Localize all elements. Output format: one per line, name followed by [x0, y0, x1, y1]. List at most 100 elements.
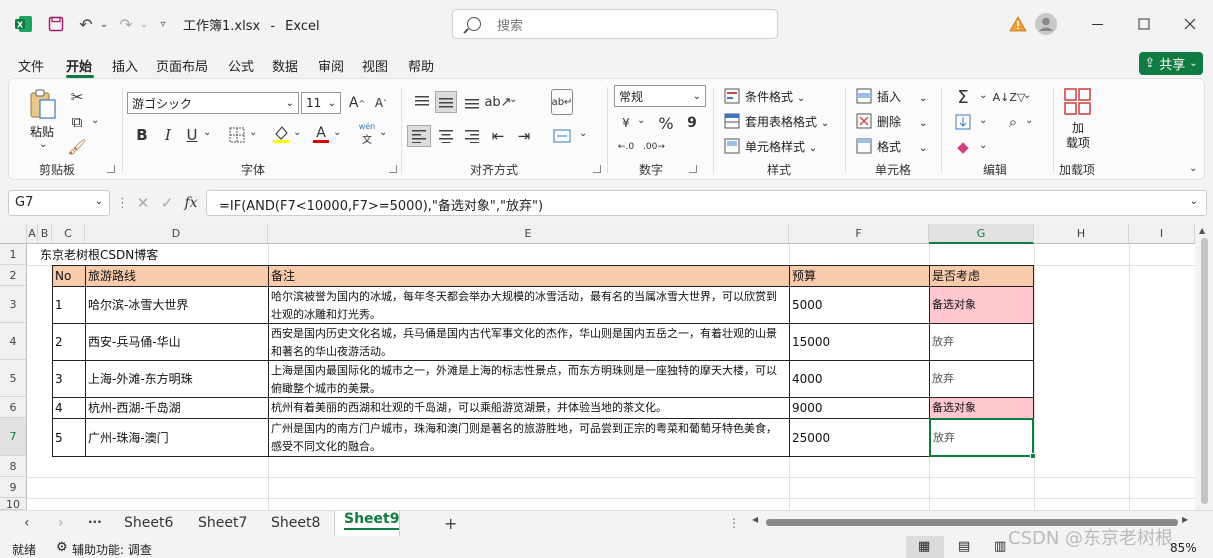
- increase-decimal-icon[interactable]: ←.0: [615, 137, 637, 157]
- cell-notes[interactable]: 杭州有着美丽的西湖和壮观的千岛湖，可以乘船游览湖景，并体验当地的茶文化。: [268, 397, 790, 419]
- decrease-font-icon[interactable]: Aˇ: [371, 93, 391, 113]
- addins-icon[interactable]: [1063, 87, 1093, 117]
- format-cells-icon[interactable]: [855, 137, 873, 155]
- header-cell-no[interactable]: No: [52, 265, 86, 287]
- row-header-3[interactable]: 3: [0, 286, 27, 323]
- bold-button[interactable]: B: [133, 125, 151, 145]
- font-color-dropdown-icon[interactable]: ⌄: [333, 127, 341, 138]
- phonetic-dropdown-icon[interactable]: ⌄: [379, 127, 387, 138]
- scroll-up-icon[interactable]: ▲: [1199, 226, 1205, 235]
- cell-consider[interactable]: 放弃: [929, 360, 1034, 398]
- addins-button[interactable]: 加 载项: [1063, 121, 1093, 151]
- autosum-dropdown-icon[interactable]: ⌄: [979, 90, 987, 101]
- sheet-title-cell[interactable]: 东京老树根CSDN博客: [38, 245, 278, 265]
- name-box[interactable]: G7 ⌄: [8, 190, 110, 216]
- row-header-8[interactable]: 8: [0, 456, 27, 477]
- column-header-I[interactable]: I: [1129, 224, 1195, 244]
- cell-route[interactable]: 杭州-西湖-千岛湖: [85, 397, 269, 419]
- tab-page-layout[interactable]: 页面布局: [156, 56, 208, 75]
- spreadsheet-grid[interactable]: A B C D E F G H I 1 2 3 4 5 6 7 8 9 10 东…: [0, 224, 1213, 511]
- next-sheet-icon[interactable]: ›: [58, 515, 64, 531]
- page-break-view-icon[interactable]: ▥: [994, 539, 1006, 554]
- row-header-4[interactable]: 4: [0, 323, 27, 360]
- maximize-icon[interactable]: [1132, 12, 1156, 36]
- autosum-icon[interactable]: Σ: [953, 87, 973, 108]
- insert-cells-icon[interactable]: [855, 87, 873, 105]
- cell-styles-button[interactable]: 单元格样式 ⌄: [745, 138, 817, 155]
- paste-label[interactable]: 粘贴: [30, 123, 54, 140]
- conditional-format-button[interactable]: 条件格式 ⌄: [745, 88, 805, 105]
- sheet-tab-active[interactable]: Sheet9: [344, 511, 400, 530]
- column-header-G[interactable]: G: [929, 224, 1034, 244]
- copy-dropdown-icon[interactable]: ⌄: [91, 115, 99, 126]
- zoom-level[interactable]: 85%: [1170, 541, 1197, 555]
- row-header-5[interactable]: 5: [0, 360, 27, 397]
- paste-icon[interactable]: [27, 87, 59, 121]
- format-painter-icon[interactable]: 🖌: [67, 137, 87, 157]
- cell-budget[interactable]: 4000: [789, 360, 930, 398]
- avatar[interactable]: [1034, 12, 1058, 36]
- save-icon[interactable]: [44, 12, 68, 36]
- decrease-indent-icon[interactable]: ⇤: [487, 125, 509, 147]
- cell-budget[interactable]: 25000: [789, 418, 930, 457]
- tab-review[interactable]: 审阅: [318, 56, 344, 75]
- customize-qat-icon[interactable]: ▿: [156, 12, 170, 36]
- row-header-9[interactable]: 9: [0, 477, 27, 498]
- select-all[interactable]: [0, 224, 27, 244]
- cell-no[interactable]: 3: [52, 360, 86, 398]
- close-icon[interactable]: [1178, 12, 1202, 36]
- borders-dropdown-icon[interactable]: ⌄: [249, 127, 257, 138]
- cell-notes[interactable]: 哈尔滨被誉为国内的冰城，每年冬天都会举办大规模的冰雪活动，最有名的当属冰雪大世界…: [268, 286, 790, 324]
- tab-formulas[interactable]: 公式: [228, 56, 254, 75]
- redo-dropdown-icon[interactable]: ⌄: [138, 12, 150, 36]
- tab-help[interactable]: 帮助: [408, 56, 434, 75]
- row-header-2[interactable]: 2: [0, 265, 27, 286]
- paste-dropdown-icon[interactable]: ⌄: [39, 139, 47, 150]
- column-header-B[interactable]: B: [38, 224, 52, 244]
- row-header-1[interactable]: 1: [0, 244, 27, 265]
- cell-no[interactable]: 5: [52, 418, 86, 457]
- add-sheet-icon[interactable]: +: [444, 514, 457, 533]
- delete-cells-button[interactable]: 删除 ⌄: [877, 113, 927, 130]
- insert-function-icon[interactable]: fx: [182, 194, 200, 212]
- cell-budget[interactable]: 5000: [789, 286, 930, 324]
- tab-view[interactable]: 视图: [362, 56, 388, 75]
- tab-splitter-icon[interactable]: ⋮: [728, 516, 740, 530]
- align-right-icon[interactable]: [461, 125, 483, 147]
- cell-no[interactable]: 1: [52, 286, 86, 324]
- font-color-icon[interactable]: A: [311, 123, 331, 145]
- sheet-tab[interactable]: Sheet7: [198, 515, 247, 531]
- column-header-E[interactable]: E: [268, 224, 789, 244]
- clear-icon[interactable]: ◆: [953, 137, 973, 157]
- header-cell-route[interactable]: 旅游路线: [85, 265, 269, 287]
- column-header-F[interactable]: F: [789, 224, 929, 244]
- increase-indent-icon[interactable]: ⇥: [513, 125, 535, 147]
- wrap-text-icon[interactable]: ab↵: [551, 89, 573, 115]
- header-cell-consider[interactable]: 是否考虑: [929, 265, 1034, 287]
- format-cells-button[interactable]: 格式 ⌄: [877, 138, 927, 155]
- sort-filter-icon[interactable]: A↓Z▽: [993, 87, 1026, 107]
- underline-dropdown-icon[interactable]: ⌄: [203, 127, 211, 138]
- tab-file[interactable]: 文件: [18, 56, 44, 75]
- align-center-icon[interactable]: [435, 125, 457, 147]
- redo-icon[interactable]: ↷: [114, 12, 138, 36]
- column-header-H[interactable]: H: [1034, 224, 1129, 244]
- search-input[interactable]: 搜索: [452, 9, 778, 39]
- cell-no[interactable]: 2: [52, 323, 86, 361]
- undo-icon[interactable]: ↶: [74, 12, 98, 36]
- cell-consider[interactable]: 放弃: [929, 323, 1034, 361]
- underline-button[interactable]: U: [183, 125, 201, 145]
- fill-color-dropdown-icon[interactable]: ⌄: [293, 127, 301, 138]
- accessibility-status[interactable]: 辅助功能: 调查: [72, 541, 152, 558]
- fill-icon[interactable]: [953, 112, 973, 132]
- format-table-button[interactable]: 套用表格格式 ⌄: [745, 113, 829, 130]
- decrease-decimal-icon[interactable]: .00→: [643, 137, 665, 157]
- phonetic-guide-icon[interactable]: wén 文: [355, 122, 379, 146]
- tab-insert[interactable]: 插入: [112, 56, 138, 75]
- column-header-D[interactable]: D: [85, 224, 268, 244]
- selected-cell-G7[interactable]: 放弃: [929, 418, 1034, 457]
- scroll-left-icon[interactable]: ◀: [752, 515, 758, 524]
- currency-dropdown-icon[interactable]: ⌄: [637, 115, 645, 126]
- sort-filter-dropdown-icon[interactable]: ⌄: [1023, 90, 1031, 101]
- number-launcher-icon[interactable]: [689, 165, 697, 173]
